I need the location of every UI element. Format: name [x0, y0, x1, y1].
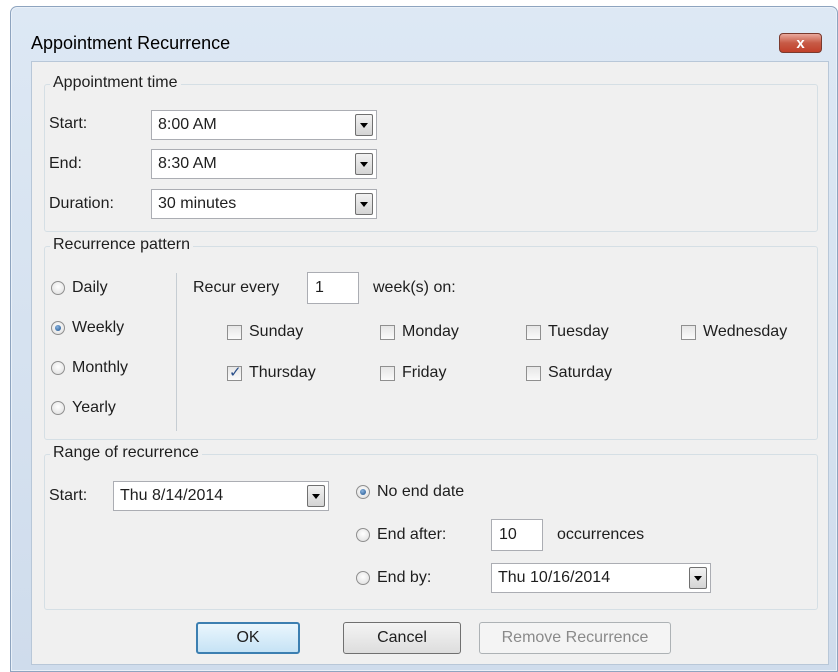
chevron-down-icon[interactable] — [355, 153, 373, 175]
appointment-time-legend: Appointment time — [50, 74, 181, 92]
day-friday-label: Friday — [402, 364, 447, 381]
day-friday-checkbox[interactable]: Friday — [380, 364, 446, 382]
no-end-date-label: No end date — [377, 483, 465, 500]
range-legend: Range of recurrence — [50, 444, 202, 462]
range-start-value: Thu 8/14/2014 — [120, 487, 224, 504]
day-saturday-label: Saturday — [548, 364, 613, 381]
recurrence-pattern-legend: Recurrence pattern — [50, 236, 193, 254]
radio-icon — [356, 528, 370, 542]
recurrence-pattern-group: Recurrence pattern Daily Weekly Monthly … — [44, 236, 818, 440]
chevron-down-icon[interactable] — [355, 193, 373, 215]
dialog-window: Appointment Recurrence x Appointment tim… — [10, 6, 838, 672]
pattern-yearly-label: Yearly — [72, 399, 116, 416]
day-thursday-label: Thursday — [249, 364, 316, 381]
end-after-label: End after: — [377, 526, 447, 543]
range-of-recurrence-group: Range of recurrence Start: Thu 8/14/2014… — [44, 444, 818, 610]
recur-every-value: 1 — [315, 279, 324, 296]
radio-icon — [356, 571, 370, 585]
checkmark-icon — [227, 363, 242, 381]
title-bar[interactable]: Appointment Recurrence x — [11, 7, 837, 61]
end-by-value: Thu 10/16/2014 — [498, 569, 611, 586]
checkbox-icon — [681, 324, 696, 340]
checkbox-icon — [526, 324, 541, 340]
end-after-input[interactable]: 10 — [491, 519, 543, 551]
pattern-weekly-radio[interactable]: Weekly — [51, 319, 124, 337]
weeks-on-label: week(s) on: — [373, 279, 456, 296]
end-time-label: End: — [49, 155, 82, 172]
close-button[interactable]: x — [779, 33, 822, 53]
cancel-button[interactable]: Cancel — [343, 622, 461, 654]
start-time-combo[interactable]: 8:00 AM — [151, 110, 377, 140]
day-monday-checkbox[interactable]: Monday — [380, 323, 459, 341]
radio-selected-icon — [51, 321, 65, 335]
pattern-divider — [176, 273, 177, 431]
day-tuesday-label: Tuesday — [548, 323, 609, 340]
day-wednesday-checkbox[interactable]: Wednesday — [681, 323, 787, 341]
occurrences-label: occurrences — [557, 526, 645, 543]
end-time-value: 8:30 AM — [158, 155, 217, 172]
checkbox-icon — [526, 365, 541, 381]
pattern-weekly-label: Weekly — [72, 319, 125, 336]
day-sunday-label: Sunday — [249, 323, 304, 340]
remove-recurrence-button[interactable]: Remove Recurrence — [479, 622, 671, 654]
chevron-down-icon[interactable] — [355, 114, 373, 136]
day-thursday-checkbox[interactable]: Thursday — [227, 363, 316, 382]
dialog-body: Appointment time Start: 8:00 AM End: 8:3… — [31, 61, 829, 665]
checkbox-icon — [380, 365, 395, 381]
ok-button[interactable]: OK — [196, 622, 300, 654]
day-sunday-checkbox[interactable]: Sunday — [227, 323, 303, 341]
recur-every-input[interactable]: 1 — [307, 272, 359, 304]
duration-combo[interactable]: 30 minutes — [151, 189, 377, 219]
pattern-monthly-radio[interactable]: Monthly — [51, 359, 128, 377]
radio-icon — [51, 361, 65, 375]
day-wednesday-label: Wednesday — [703, 323, 788, 340]
end-by-label: End by: — [377, 569, 432, 586]
day-saturday-checkbox[interactable]: Saturday — [526, 364, 612, 382]
pattern-yearly-radio[interactable]: Yearly — [51, 399, 116, 417]
appointment-time-group: Appointment time Start: 8:00 AM End: 8:3… — [44, 74, 818, 232]
radio-selected-icon — [356, 485, 370, 499]
checkbox-icon — [380, 324, 395, 340]
checkbox-icon — [227, 324, 242, 340]
recur-every-label: Recur every — [193, 279, 280, 296]
end-by-combo[interactable]: Thu 10/16/2014 — [491, 563, 711, 593]
end-time-combo[interactable]: 8:30 AM — [151, 149, 377, 179]
duration-label: Duration: — [49, 195, 114, 212]
day-tuesday-checkbox[interactable]: Tuesday — [526, 323, 609, 341]
duration-value: 30 minutes — [158, 195, 237, 212]
end-after-radio[interactable]: End after: — [356, 526, 446, 544]
pattern-monthly-label: Monthly — [72, 359, 129, 376]
start-time-label: Start: — [49, 115, 88, 132]
pattern-daily-label: Daily — [72, 279, 108, 296]
radio-icon — [51, 401, 65, 415]
dialog-title: Appointment Recurrence — [31, 33, 231, 53]
close-icon: x — [796, 35, 805, 52]
range-start-combo[interactable]: Thu 8/14/2014 — [113, 481, 329, 511]
radio-icon — [51, 281, 65, 295]
end-by-radio[interactable]: End by: — [356, 569, 431, 587]
day-monday-label: Monday — [402, 323, 459, 340]
pattern-daily-radio[interactable]: Daily — [51, 279, 108, 297]
chevron-down-icon[interactable] — [689, 567, 707, 589]
no-end-date-radio[interactable]: No end date — [356, 483, 464, 501]
range-start-label: Start: — [49, 487, 88, 504]
chevron-down-icon[interactable] — [307, 485, 325, 507]
end-after-value: 10 — [499, 526, 517, 543]
start-time-value: 8:00 AM — [158, 116, 217, 133]
